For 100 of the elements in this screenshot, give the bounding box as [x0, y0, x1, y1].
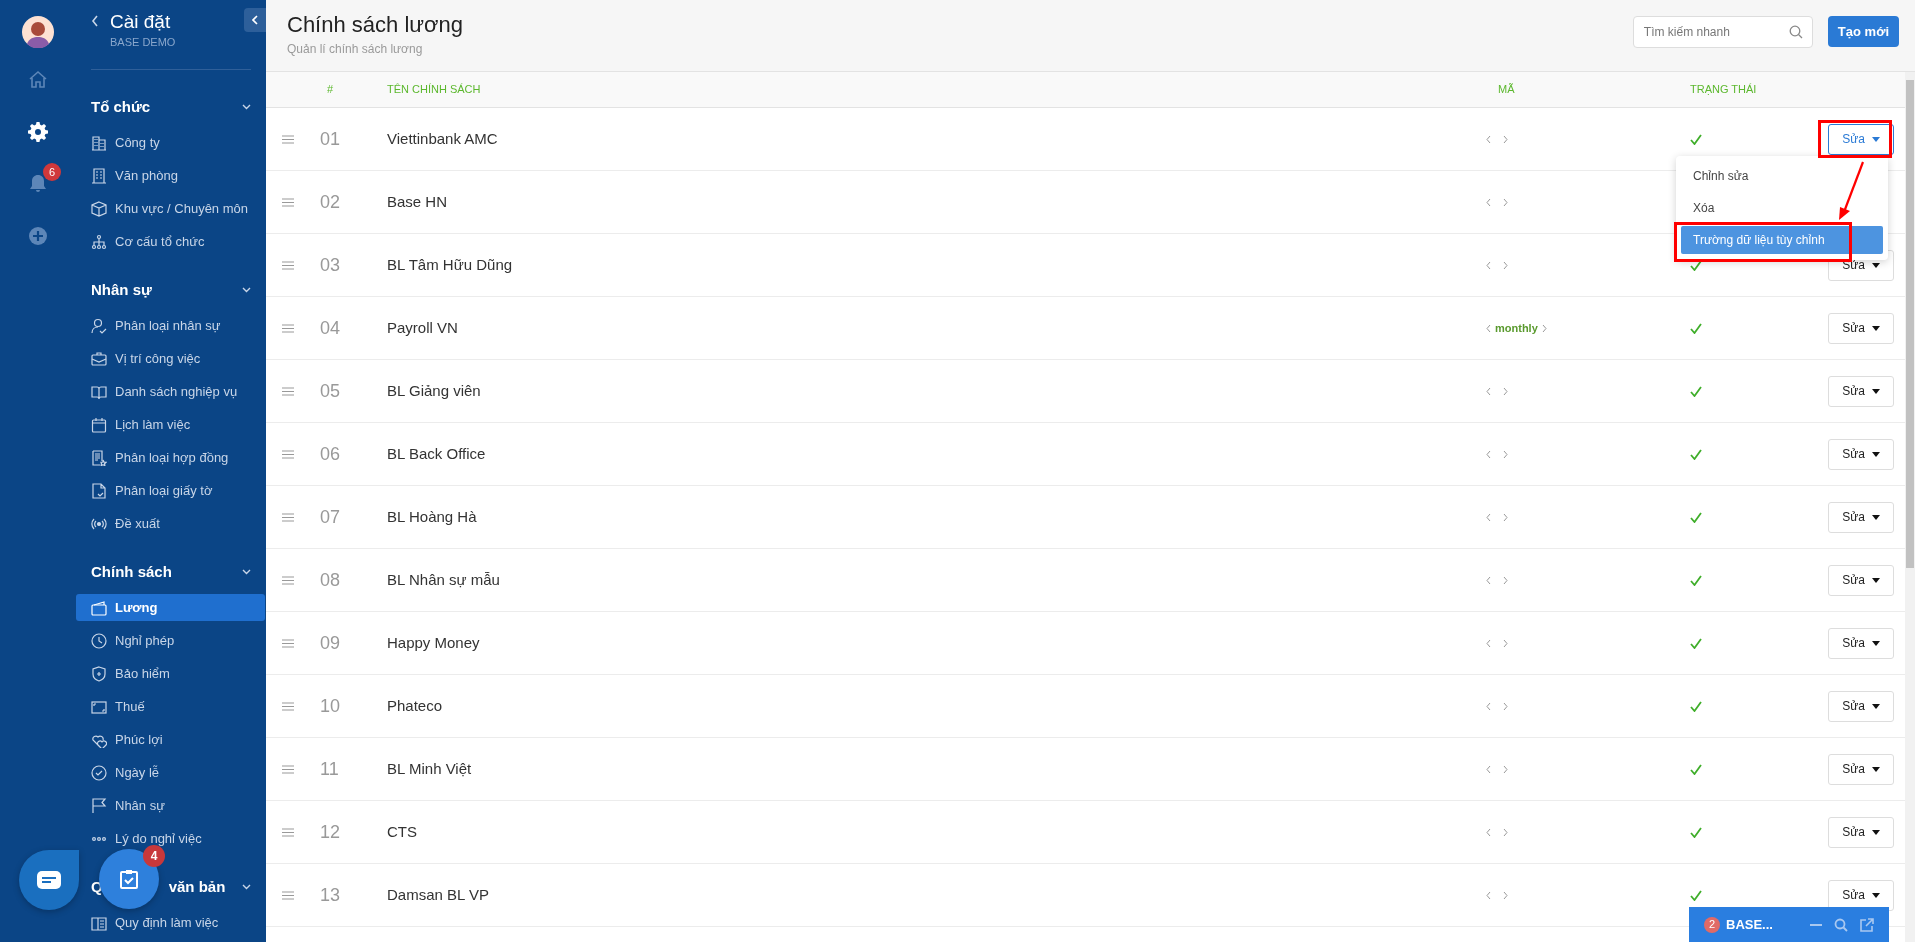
- frame-icon: [91, 698, 107, 715]
- flag-icon: [91, 797, 107, 814]
- clock-icon: [91, 632, 107, 649]
- sidebar-item[interactable]: Danh sách nghiệp vụ: [76, 378, 265, 405]
- edit-dropdown-button[interactable]: Sửa: [1828, 312, 1894, 344]
- policy-name: BL Hoàng Hà: [387, 508, 477, 525]
- row-number: 03: [320, 254, 341, 275]
- page-title: Chính sách lương: [287, 11, 463, 39]
- sidebar-item[interactable]: Thuế: [76, 693, 265, 720]
- edit-dropdown-button[interactable]: Sửa: [1828, 375, 1894, 407]
- policy-name: Payroll VN: [387, 319, 458, 336]
- chevron-left-icon: [1486, 197, 1491, 207]
- sidebar-item[interactable]: Lương: [76, 594, 265, 621]
- caret-icon: [1871, 892, 1880, 898]
- office-icon: [91, 167, 107, 184]
- settings-button[interactable]: [25, 119, 51, 145]
- edit-dropdown-button[interactable]: Sửa: [1828, 753, 1894, 785]
- sidebar-item[interactable]: Nghỉ phép: [76, 627, 265, 654]
- sidebar-item[interactable]: Phân loại hợp đồng: [76, 444, 265, 471]
- drag-handle-icon: [282, 701, 294, 711]
- caret-icon: [1871, 640, 1880, 646]
- edit-dropdown-button[interactable]: Sửa: [1828, 816, 1894, 848]
- drag-handle-icon: [282, 134, 294, 144]
- edit-dropdown-button[interactable]: Sửa: [1828, 627, 1894, 659]
- notification-badge: 6: [43, 163, 61, 181]
- chevron-right-icon: [1503, 827, 1508, 837]
- chevron-right-icon: [1503, 638, 1508, 648]
- page-subtitle: Quản lí chính sách lương: [287, 41, 423, 58]
- collapse-button[interactable]: [244, 8, 266, 32]
- chevron-down-icon: [242, 884, 251, 890]
- chevron-right-icon: [1503, 512, 1508, 522]
- policy-name: Happy Money: [387, 634, 480, 651]
- caret-icon: [1871, 325, 1880, 331]
- chevron-left-icon: [1486, 134, 1491, 144]
- sidebar-item[interactable]: Bảo hiểm: [76, 660, 265, 687]
- drag-handle-icon: [282, 260, 294, 270]
- bell-icon: [27, 173, 49, 195]
- sidebar-item[interactable]: Ngày lễ: [76, 759, 265, 786]
- check-circle-icon: [91, 764, 107, 781]
- chevron-left-icon: [1486, 512, 1491, 522]
- chevron-left-icon: [1486, 701, 1491, 711]
- row-number: 06: [320, 443, 341, 464]
- sidebar-item[interactable]: Phân loại nhân sự: [76, 312, 265, 339]
- policy-code: monthly: [1495, 320, 1538, 336]
- clipboard-check-icon: [120, 869, 138, 889]
- row-number: 07: [320, 506, 341, 527]
- edit-dropdown-button[interactable]: Sửa: [1828, 438, 1894, 470]
- chevron-left-icon: [1486, 575, 1491, 585]
- sidebar-subtitle: BASE DEMO: [110, 35, 176, 49]
- book-icon: [91, 383, 107, 400]
- drag-handle-icon: [282, 449, 294, 459]
- create-button[interactable]: Tạo mới: [1827, 16, 1899, 47]
- home-icon: [27, 69, 49, 91]
- chevron-left-icon: [1486, 764, 1491, 774]
- sidebar-item[interactable]: Nhân sự: [76, 792, 265, 819]
- drag-handle-icon: [282, 638, 294, 648]
- chevron-right-icon: [1503, 701, 1508, 711]
- section-toggle[interactable]: [242, 287, 251, 293]
- edit-dropdown-button[interactable]: Sửa: [1828, 690, 1894, 722]
- row-number: 01: [320, 128, 341, 149]
- section-toggle[interactable]: [242, 104, 251, 110]
- caret-icon: [1871, 136, 1880, 142]
- sidebar-item[interactable]: Lịch làm việc: [76, 411, 265, 438]
- briefcase-icon: [91, 350, 107, 367]
- sidebar-item[interactable]: Công ty: [76, 129, 265, 156]
- policy-name: CTS: [387, 823, 417, 840]
- cube-icon: [91, 200, 107, 217]
- column-header: #: [327, 83, 334, 96]
- policy-name: Damsan BL VP: [387, 886, 489, 903]
- annotation-arrow: [1839, 161, 1865, 220]
- sidebar-item[interactable]: Phúc lợi: [76, 726, 265, 753]
- section-toggle[interactable]: [242, 569, 251, 575]
- sidebar-item[interactable]: Phân loại giấy tờ: [76, 477, 265, 504]
- sidebar-item[interactable]: Khu vực / Chuyên môn: [76, 195, 265, 222]
- row-number: 04: [320, 317, 341, 338]
- drag-handle-icon: [282, 890, 294, 900]
- minimize-icon: [1810, 923, 1822, 926]
- sidebar-item[interactable]: Cơ cấu tổ chức: [76, 228, 265, 255]
- chevron-right-icon: [1503, 449, 1508, 459]
- menu-item[interactable]: Xóa: [1681, 194, 1883, 222]
- edit-dropdown-button[interactable]: Sửa: [1828, 564, 1894, 596]
- search-field[interactable]: Tìm kiếm nhanh: [1632, 16, 1813, 48]
- drag-handle-icon: [282, 197, 294, 207]
- chevron-right-icon: [1503, 386, 1508, 396]
- drag-handle-icon: [282, 827, 294, 837]
- section-toggle[interactable]: [242, 884, 251, 890]
- edit-dropdown-button[interactable]: Sửa: [1828, 501, 1894, 533]
- sidebar-item[interactable]: Đề xuất: [76, 510, 265, 537]
- shield-icon: [91, 665, 107, 682]
- sidebar-item[interactable]: Văn phòng: [76, 162, 265, 189]
- menu-item[interactable]: Chỉnh sửa: [1681, 162, 1883, 190]
- chevron-right-icon: [1541, 323, 1547, 333]
- sidebar-item[interactable]: Vị trí công việc: [76, 345, 265, 372]
- chevron-right-icon: [1503, 890, 1508, 900]
- chevron-down-icon: [242, 287, 251, 293]
- scrollbar-thumb[interactable]: [1906, 80, 1914, 568]
- sidebar-item[interactable]: Quy định làm việc: [76, 909, 265, 936]
- edit-dropdown-button[interactable]: Sửa: [1828, 123, 1894, 155]
- settings-icon: [27, 121, 49, 143]
- chevron-down-icon: [242, 569, 251, 575]
